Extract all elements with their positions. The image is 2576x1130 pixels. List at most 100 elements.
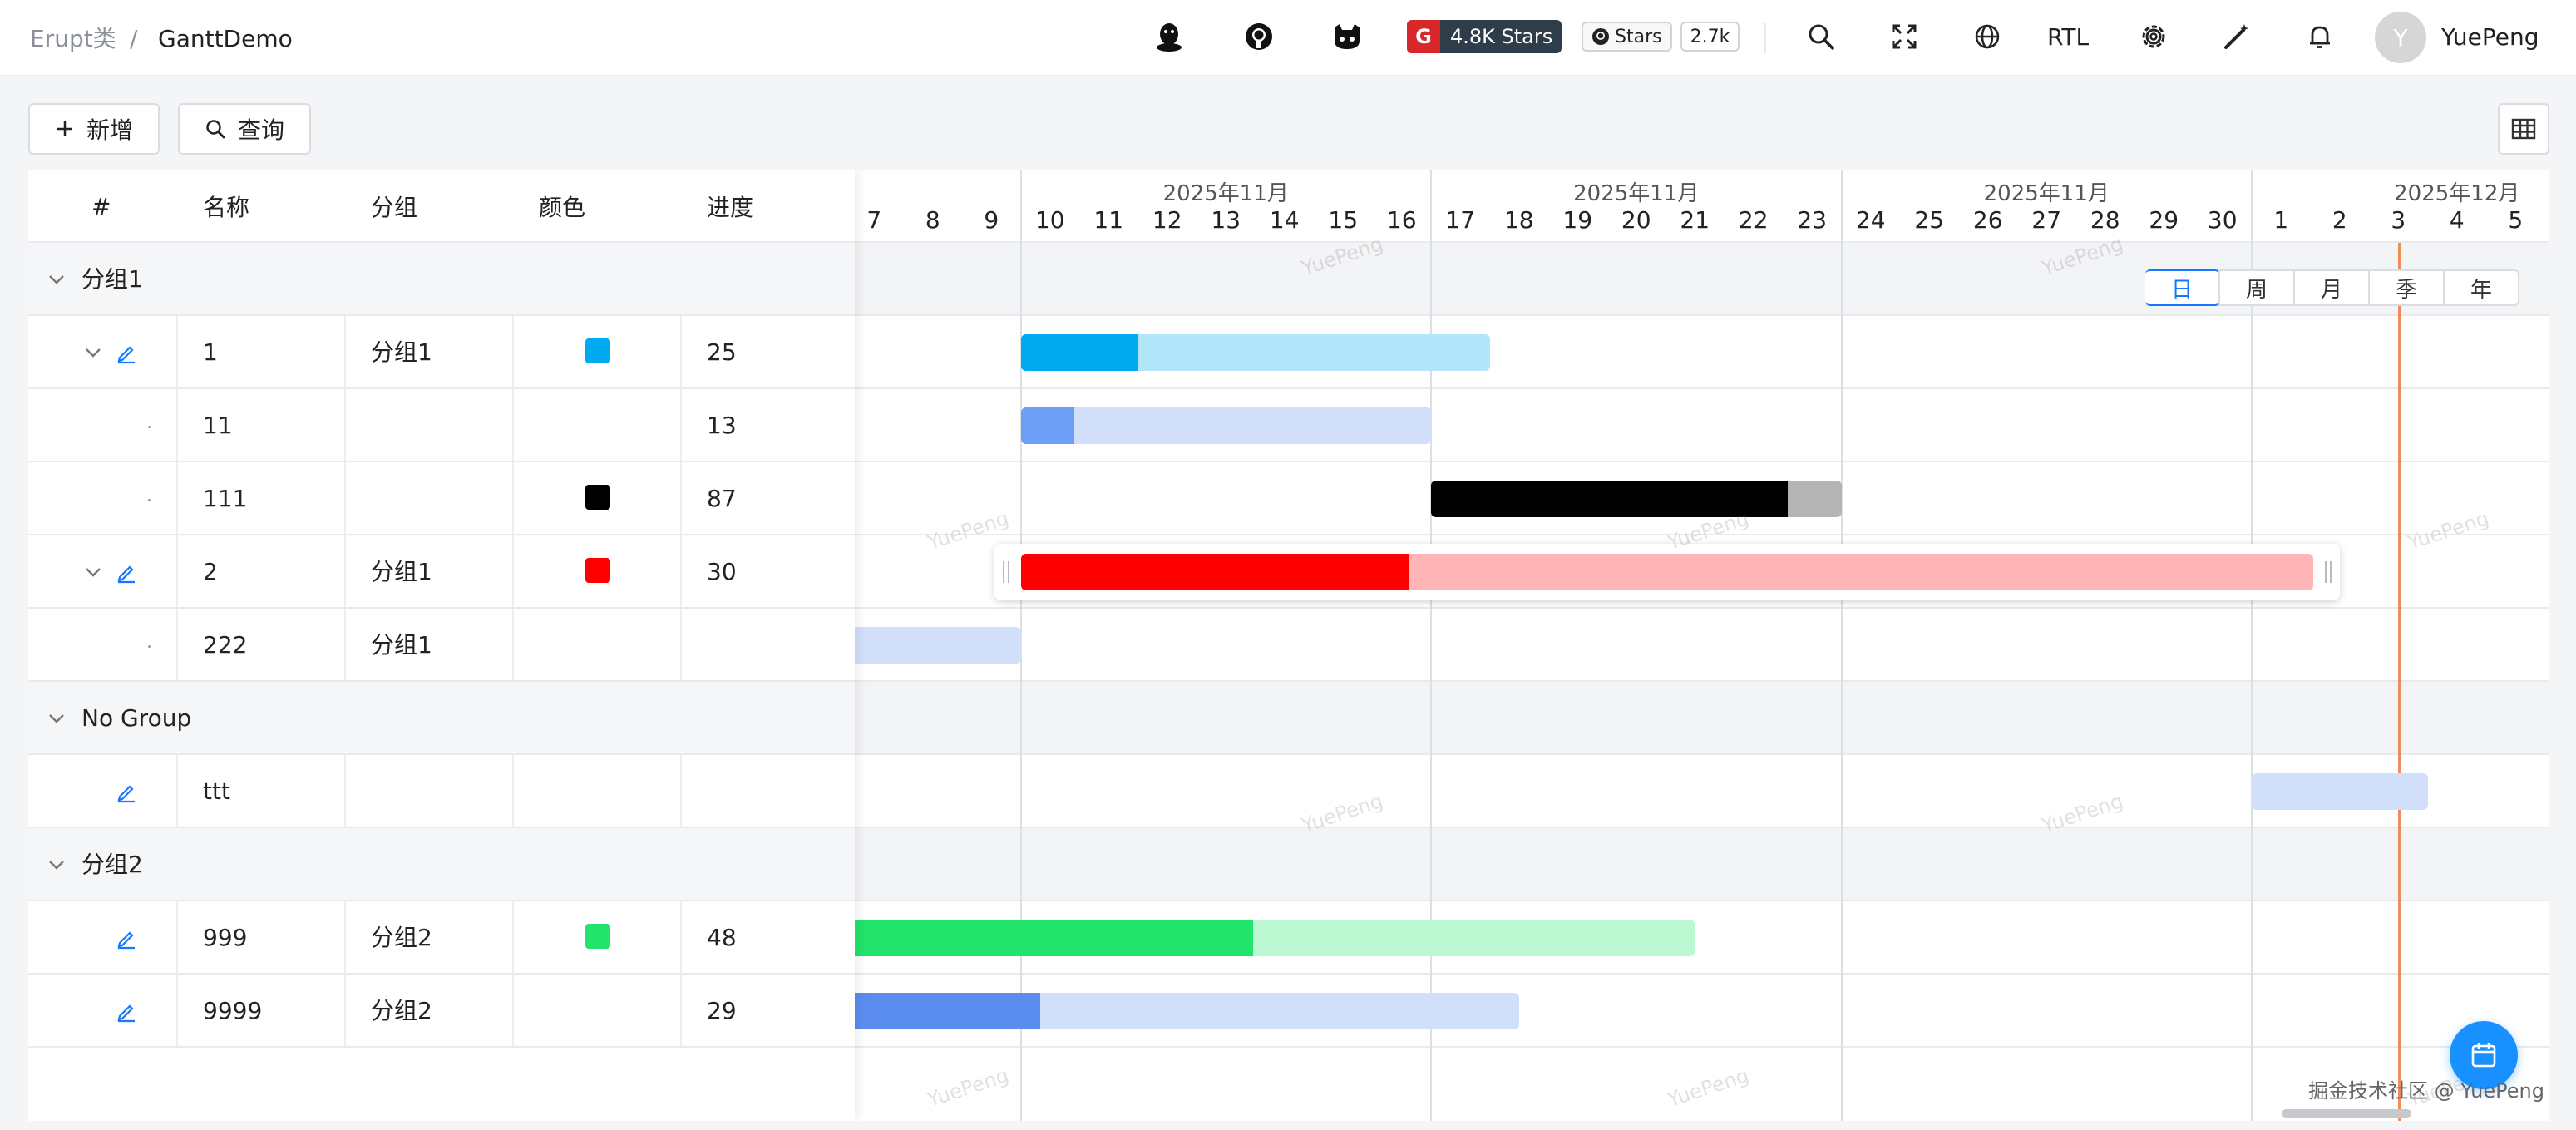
user-name[interactable]: YuePeng bbox=[2441, 23, 2539, 51]
gantt-panel: 月2025年11月2025年11月2025年11月2025年12月7891011… bbox=[28, 170, 2549, 1121]
avatar[interactable]: Y bbox=[2375, 12, 2426, 63]
task-name: 11 bbox=[203, 412, 233, 439]
task-bar[interactable] bbox=[2252, 773, 2428, 810]
task-bar[interactable] bbox=[1020, 334, 1490, 371]
chevron-down-icon[interactable] bbox=[47, 269, 67, 289]
edit-icon[interactable] bbox=[115, 341, 138, 364]
row-dot bbox=[148, 499, 151, 501]
color-swatch bbox=[585, 338, 610, 363]
group-row[interactable] bbox=[28, 243, 855, 316]
column-header: 名称 bbox=[203, 194, 250, 221]
day-label: 29 bbox=[2149, 206, 2179, 234]
today-marker bbox=[2398, 243, 2401, 1121]
task-progress: 30 bbox=[707, 558, 737, 585]
column-divider bbox=[344, 389, 346, 462]
row-dot bbox=[148, 645, 151, 648]
month-label: 2025年11月 bbox=[1983, 181, 2110, 206]
chevron-down-icon[interactable] bbox=[83, 343, 103, 363]
stars-badge-label: 4.8K Stars bbox=[1450, 25, 1553, 48]
gitee-icon[interactable] bbox=[1330, 20, 1364, 53]
task-progress: 13 bbox=[707, 412, 737, 439]
task-bar[interactable] bbox=[845, 627, 1021, 664]
day-label: 19 bbox=[1562, 206, 1593, 234]
column-divider bbox=[176, 535, 178, 609]
task-bar[interactable] bbox=[845, 920, 1695, 956]
month-label: 2025年11月 bbox=[1573, 181, 1700, 206]
query-button-label: 查询 bbox=[238, 116, 285, 144]
search-icon[interactable] bbox=[1804, 20, 1838, 53]
search-icon bbox=[206, 120, 225, 139]
group-label: 分组1 bbox=[81, 265, 143, 293]
task-group: 分组2 bbox=[371, 924, 432, 951]
chevron-down-icon[interactable] bbox=[47, 855, 67, 875]
view-mode-1[interactable]: 周 bbox=[2218, 271, 2293, 304]
task-progress: 87 bbox=[707, 485, 737, 512]
month-label: 2025年11月 bbox=[1162, 181, 1289, 206]
task-bar[interactable] bbox=[1431, 481, 1842, 517]
task-name: 9999 bbox=[203, 997, 263, 1024]
column-divider bbox=[680, 462, 682, 535]
fullscreen-icon[interactable] bbox=[1888, 20, 1921, 53]
top-header: Erupt类 / GanttDemo G 4.8K Stars Stars 2.… bbox=[0, 0, 2576, 76]
view-mode-4[interactable]: 年 bbox=[2443, 271, 2518, 304]
gear-icon[interactable] bbox=[2137, 20, 2170, 53]
resize-handle-right[interactable] bbox=[2325, 561, 2332, 583]
day-label: 18 bbox=[1503, 206, 1534, 234]
day-label: 22 bbox=[1738, 206, 1769, 234]
table-view-button[interactable] bbox=[2498, 103, 2549, 155]
edit-icon[interactable] bbox=[115, 780, 138, 803]
table-row-line bbox=[28, 1046, 855, 1048]
column-divider bbox=[512, 389, 514, 462]
task-name: 2 bbox=[203, 558, 218, 585]
query-button[interactable]: 查询 bbox=[178, 103, 312, 155]
gitee-stars-badge[interactable]: G 4.8K Stars bbox=[1407, 20, 1562, 53]
qq-icon[interactable] bbox=[1152, 20, 1186, 53]
edit-icon[interactable] bbox=[115, 999, 138, 1023]
task-bar[interactable] bbox=[845, 993, 1519, 1029]
github-badge-count: 2.7k bbox=[1680, 22, 1740, 52]
edit-icon[interactable] bbox=[115, 560, 138, 584]
day-label: 11 bbox=[1093, 206, 1124, 234]
column-divider bbox=[176, 755, 178, 828]
task-group: 分组2 bbox=[371, 997, 432, 1024]
gitee-logo-icon: G bbox=[1407, 20, 1440, 53]
add-button[interactable]: 新增 bbox=[28, 103, 160, 155]
edit-icon[interactable] bbox=[115, 926, 138, 950]
column-divider bbox=[344, 316, 346, 389]
view-mode-2[interactable]: 月 bbox=[2293, 271, 2368, 304]
resize-handle-left[interactable] bbox=[1002, 561, 1009, 583]
horizontal-scrollbar[interactable] bbox=[2282, 1109, 2411, 1118]
task-progress: 48 bbox=[707, 924, 737, 951]
view-mode-switch[interactable]: 日周月季年 bbox=[2145, 269, 2519, 306]
watermark: YuePeng bbox=[925, 1063, 1012, 1112]
github-stars-badge[interactable]: Stars 2.7k bbox=[1582, 22, 1740, 52]
day-label: 24 bbox=[1855, 206, 1886, 234]
task-bar[interactable] bbox=[1020, 407, 1431, 444]
breadcrumb-parent[interactable]: Erupt类 bbox=[30, 25, 116, 53]
color-swatch bbox=[585, 485, 610, 510]
column-divider bbox=[344, 535, 346, 609]
column-divider bbox=[176, 389, 178, 462]
column-divider bbox=[176, 609, 178, 682]
rtl-toggle[interactable]: RTL bbox=[2047, 23, 2089, 51]
chevron-down-icon[interactable] bbox=[47, 708, 67, 728]
view-mode-3[interactable]: 季 bbox=[2368, 271, 2443, 304]
magic-wand-icon[interactable] bbox=[2220, 20, 2253, 53]
plus-icon bbox=[57, 121, 72, 136]
month-label: 2025年12月 bbox=[2394, 181, 2520, 206]
day-label: 23 bbox=[1797, 206, 1828, 234]
column-divider bbox=[344, 609, 346, 682]
github-icon[interactable] bbox=[1242, 20, 1276, 53]
credit-text: 掘金技术社区 @ YuePeng bbox=[2308, 1079, 2544, 1103]
task-name: 999 bbox=[203, 924, 248, 951]
task-bar[interactable] bbox=[1020, 554, 2314, 590]
globe-icon[interactable] bbox=[1971, 20, 2004, 53]
view-mode-0[interactable]: 日 bbox=[2145, 269, 2220, 306]
bell-icon[interactable] bbox=[2303, 20, 2337, 53]
group-label: No Group bbox=[81, 704, 192, 732]
calendar-icon bbox=[2471, 1043, 2496, 1068]
day-label: 8 bbox=[925, 206, 940, 234]
table-row-line bbox=[28, 607, 855, 609]
group-row[interactable] bbox=[28, 828, 855, 901]
chevron-down-icon[interactable] bbox=[83, 562, 103, 582]
